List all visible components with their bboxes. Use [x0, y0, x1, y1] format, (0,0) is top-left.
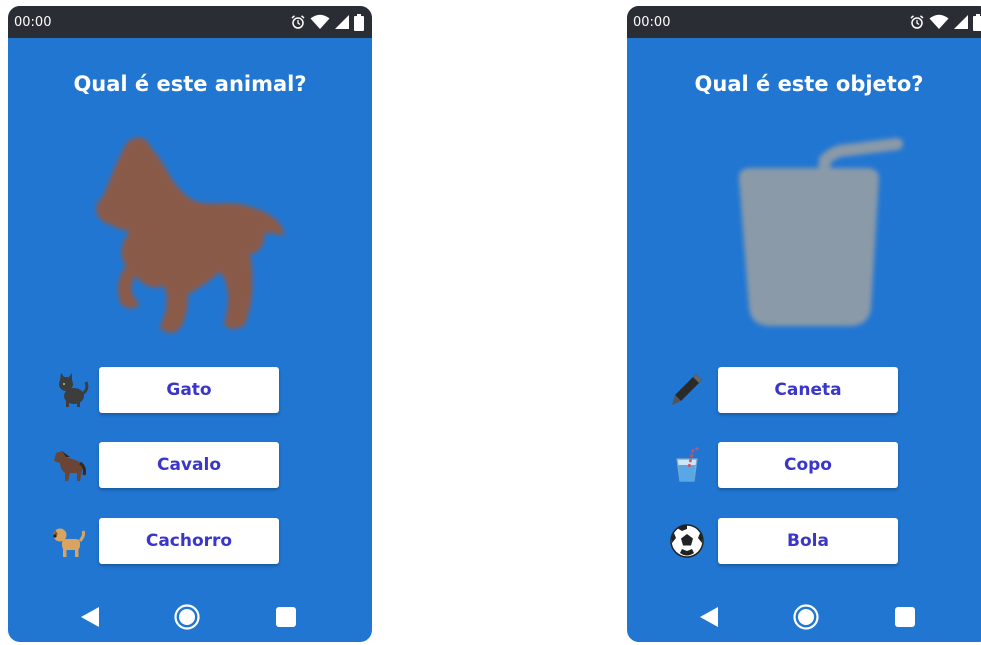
back-triangle-icon[interactable]: [80, 606, 100, 628]
status-bar: 00:00: [627, 6, 981, 38]
horse-icon: [54, 451, 86, 481]
home-circle-icon[interactable]: [793, 604, 819, 630]
recents-square-icon[interactable]: [275, 606, 297, 628]
answer-button-caneta[interactable]: Caneta: [718, 367, 898, 413]
battery-icon: [354, 13, 364, 31]
option-row: Gato: [8, 367, 372, 413]
question-title: Qual é este objeto?: [694, 72, 924, 96]
status-icons: [290, 13, 364, 31]
horse-silhouette-icon: [96, 137, 284, 333]
option-row: Copo: [627, 442, 981, 488]
cat-icon: [59, 373, 89, 407]
signal-icon: [335, 15, 349, 29]
phone-screen-object: 00:00 Qual é este objeto? Caneta Copo Bo…: [627, 6, 981, 642]
answer-button-cavalo[interactable]: Cavalo: [99, 442, 279, 488]
battery-icon: [973, 13, 981, 31]
answer-button-gato[interactable]: Gato: [99, 367, 279, 413]
option-row: Caneta: [627, 367, 981, 413]
answer-button-copo[interactable]: Copo: [718, 442, 898, 488]
alarm-icon: [291, 15, 305, 29]
alarm-icon: [910, 15, 924, 29]
cup-icon: [676, 447, 700, 482]
soccer-ball-icon: [670, 524, 704, 558]
phone-screen-animal: 00:00 Qual é este animal? Gato Cavalo Ca…: [8, 6, 372, 642]
question-title: Qual é este animal?: [73, 72, 307, 96]
wifi-icon: [310, 14, 330, 29]
navigation-bar: [8, 594, 372, 642]
back-triangle-icon[interactable]: [699, 606, 719, 628]
signal-icon: [954, 15, 968, 29]
dog-icon: [53, 528, 86, 557]
status-bar: 00:00: [8, 6, 372, 38]
status-time: 00:00: [14, 15, 52, 30]
status-icons: [909, 13, 981, 31]
answer-button-bola[interactable]: Bola: [718, 518, 898, 564]
wifi-icon: [929, 14, 949, 29]
answer-button-cachorro[interactable]: Cachorro: [99, 518, 279, 564]
navigation-bar: [627, 594, 981, 642]
option-row: Bola: [627, 518, 981, 564]
status-time: 00:00: [633, 15, 671, 30]
option-row: Cachorro: [8, 518, 372, 564]
cup-silhouette-icon: [739, 138, 903, 326]
recents-square-icon[interactable]: [894, 606, 916, 628]
option-row: Cavalo: [8, 442, 372, 488]
home-circle-icon[interactable]: [174, 604, 200, 630]
pen-icon: [672, 374, 702, 405]
